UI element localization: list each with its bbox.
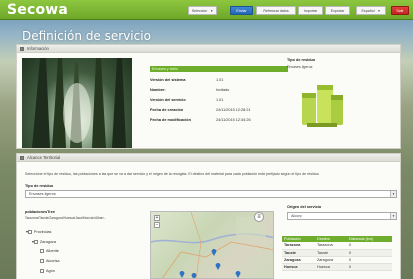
user-select-value: Selección — [191, 9, 208, 13]
waste-type-select-value: Envases ligeros — [29, 192, 56, 196]
waste-type-field-label: Tipo de residuo — [25, 184, 54, 188]
info-icon: i — [20, 47, 24, 51]
checkbox[interactable] — [33, 240, 38, 244]
chevron-down-icon: ▼ — [390, 191, 396, 197]
chevron-down-icon: ▼ — [390, 213, 396, 219]
table-cell: Tarazona — [314, 242, 347, 250]
checkbox[interactable] — [40, 249, 44, 253]
info-row: Nombre: — [150, 88, 166, 92]
map-pin-icon[interactable] — [235, 270, 241, 278]
territorial-panel-header: ▪ Alcance Territorial — [17, 154, 400, 162]
zoom-in-button[interactable]: + — [154, 215, 160, 221]
tree-title: poblacionesTree — [25, 210, 55, 214]
tree-item-label: Alberite — [46, 249, 59, 253]
info-label: Fecha de modificación — [150, 118, 191, 122]
table-row[interactable]: Zaragoza Zaragoza 0 — [282, 256, 392, 264]
origin-label: Origen del servicio — [287, 205, 322, 209]
map-terrain — [151, 212, 273, 278]
instructions-text: Seleccione el tipo de residuo, las pobla… — [25, 172, 319, 176]
map-icon: ▪ — [20, 156, 24, 160]
info-row: Fecha de creación — [150, 108, 183, 112]
info-label: Versión del servicio — [150, 98, 186, 102]
territorial-panel-title: Alcance Territorial — [27, 155, 61, 160]
info-panel-title: Información — [27, 46, 49, 51]
table-cell: 0 — [346, 256, 392, 264]
info-panel: i Información Envases y vidrio Versión de… — [16, 44, 401, 149]
logout-button[interactable]: Salir — [391, 6, 409, 15]
table-cell: Huesca — [314, 263, 347, 271]
language-value: Español — [361, 9, 375, 13]
user-select[interactable]: Selección ▼ — [188, 6, 217, 15]
layers-icon[interactable]: ≡ — [254, 212, 264, 222]
table-cell: 0 — [346, 263, 392, 271]
chevron-down-icon: ▼ — [210, 9, 214, 13]
info-value: 24/11/2015 12:28:21 — [216, 108, 251, 112]
map-pin-icon[interactable] — [211, 248, 217, 256]
waste-type-value: Envases ligeros — [287, 65, 313, 69]
tree-item-label: Alcorisa — [46, 259, 60, 263]
tree-item-alberite[interactable]: Alberite — [40, 249, 59, 253]
tree-item-agon[interactable]: Agón — [40, 269, 55, 273]
map-pin-icon[interactable] — [215, 262, 221, 270]
info-label: Nombre: — [150, 88, 166, 92]
table-row[interactable]: Huesca Huesca 0 — [282, 263, 392, 271]
selected-service-row[interactable]: Envases y vidrio — [150, 66, 288, 72]
table-cell: 0 — [346, 242, 392, 250]
table-row[interactable]: Tauste Tauste 0 — [282, 249, 392, 257]
table-cell: Tauste — [282, 249, 315, 257]
tree-item-label: Zaragoza — [39, 240, 56, 244]
page-title: Definición de servicio — [22, 29, 151, 43]
top-bar: Secowa Selección ▼ Enviar Refrescar datos… — [0, 0, 413, 20]
origin-select-value: Alcorp — [291, 214, 302, 218]
waste-type-label: Tipo de residuo — [287, 58, 316, 62]
checkbox[interactable] — [40, 269, 44, 273]
info-row: Versión del sistema — [150, 78, 185, 82]
tree-item-alcorisa[interactable]: Alcorisa — [40, 259, 60, 263]
info-value: 1.01 — [216, 78, 224, 82]
chevron-down-icon: ▼ — [377, 9, 381, 13]
info-panel-header: i Información — [17, 45, 400, 53]
info-value: 24/11/2015 12:34:26 — [216, 118, 251, 122]
tree-item-provincias[interactable]: ▾Provincias — [26, 229, 51, 234]
enviar-button[interactable]: Enviar — [230, 6, 253, 15]
map-pin-icon[interactable] — [179, 270, 185, 278]
info-row: Fecha de modificación — [150, 118, 191, 122]
container-icon — [302, 85, 343, 127]
tree-path: Tarazona/Tauste/Zaragoza/Huesca/Jaca/Mon… — [25, 216, 107, 220]
tree-item-label: Agón — [46, 269, 55, 273]
refresh-data-button[interactable]: Refrescar datos — [256, 6, 296, 15]
waste-type-select[interactable]: Envases ligeros ▼ — [25, 190, 397, 198]
table-cell: Tauste — [314, 249, 347, 257]
zoom-out-button[interactable]: − — [154, 222, 160, 228]
table-cell: Tarazona — [282, 242, 315, 250]
checkbox[interactable] — [27, 230, 32, 234]
table-row[interactable]: Tarazona Tarazona 0 — [282, 242, 392, 250]
info-label: Versión del sistema — [150, 78, 186, 82]
table-cell: Zaragoza — [314, 256, 347, 264]
info-label: Fecha de creación — [150, 108, 184, 112]
info-value: Invitado — [216, 88, 230, 92]
tree-item-zaragoza[interactable]: ▾Zaragoza — [32, 239, 56, 244]
app-logo: Secowa — [7, 2, 69, 18]
tree-item-label: Provincias — [33, 230, 52, 234]
destinations-table: Población Destino Distancia (km) Tarazon… — [282, 236, 392, 271]
info-value: 1.01 — [216, 98, 224, 102]
table-cell: Huesca — [282, 263, 315, 271]
origin-select[interactable]: Alcorp ▼ — [287, 212, 397, 220]
import-button[interactable]: Importar — [298, 6, 323, 15]
table-cell: Zaragoza — [282, 256, 315, 264]
info-row: Versión del servicio — [150, 98, 186, 102]
checkbox[interactable] — [40, 259, 44, 263]
export-button[interactable]: Exportar — [325, 6, 350, 15]
forest-image — [22, 58, 132, 148]
map-pin-icon[interactable] — [191, 272, 197, 279]
table-cell: 0 — [346, 249, 392, 257]
language-select[interactable]: Español ▼ — [356, 6, 386, 15]
forest-illustration — [32, 58, 126, 148]
